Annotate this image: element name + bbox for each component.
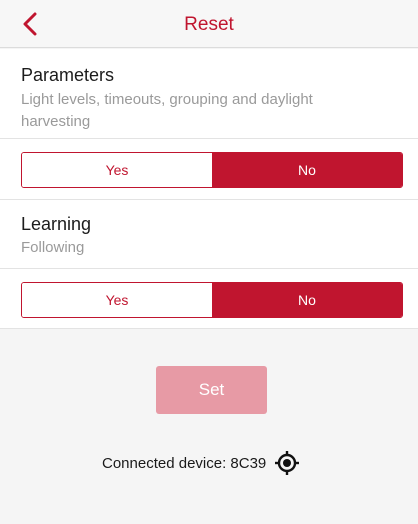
- parameters-title: Parameters: [21, 65, 115, 85]
- learning-description: Following: [21, 239, 85, 256]
- set-button[interactable]: Set: [156, 366, 267, 414]
- parameters-no-option[interactable]: No: [212, 153, 402, 187]
- back-button[interactable]: [16, 10, 44, 38]
- divider: [0, 138, 418, 139]
- learning-title: Learning: [21, 214, 92, 234]
- parameters-description: Light levels, timeouts, grouping and day…: [21, 91, 313, 130]
- learning-toggle[interactable]: Yes No: [21, 282, 403, 318]
- parameters-yes-option[interactable]: Yes: [22, 153, 212, 187]
- crosshair-target-icon[interactable]: [274, 450, 300, 476]
- top-bar: Reset: [0, 0, 418, 48]
- connected-device-label: Connected device: 8C39: [102, 454, 267, 472]
- parameters-toggle[interactable]: Yes No: [21, 152, 403, 188]
- connected-device-status: Connected device: 8C39: [102, 450, 300, 476]
- learning-no-option[interactable]: No: [212, 283, 402, 317]
- chevron-left-icon: [23, 12, 37, 36]
- divider: [0, 328, 418, 329]
- page-title: Reset: [184, 14, 234, 35]
- reset-options-section: Parameters Light levels, timeouts, group…: [0, 49, 418, 329]
- divider: [0, 268, 418, 269]
- learning-yes-option[interactable]: Yes: [22, 283, 212, 317]
- divider: [0, 199, 418, 200]
